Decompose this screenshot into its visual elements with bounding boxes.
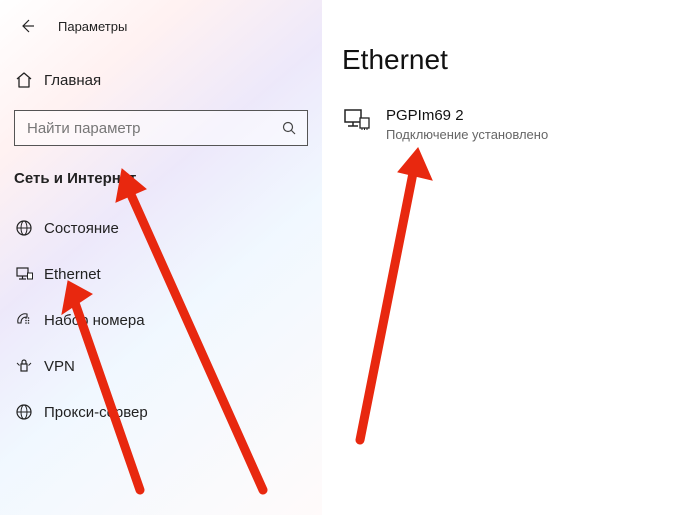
- ethernet-connection-item[interactable]: PGPIm69 2 Подключение установлено: [342, 104, 674, 146]
- nav-label: Состояние: [44, 220, 119, 237]
- sidebar-item-home[interactable]: Главная: [0, 66, 322, 94]
- nav-label: Прокси-сервер: [44, 404, 148, 421]
- home-icon: [14, 71, 34, 89]
- arrow-left-icon: [19, 18, 35, 34]
- ethernet-icon: [14, 265, 34, 283]
- proxy-icon: [14, 403, 34, 421]
- home-label: Главная: [44, 72, 101, 89]
- sidebar-item-ethernet[interactable]: Ethernet: [0, 251, 322, 297]
- vpn-icon: [14, 357, 34, 375]
- nav-label: Ethernet: [44, 266, 101, 283]
- title-row: Параметры: [0, 14, 322, 38]
- connection-name: PGPIm69 2: [386, 106, 548, 126]
- connection-icon: [342, 106, 372, 132]
- sidebar: Параметры Главная Сеть и Интернет: [0, 0, 322, 515]
- page-title: Ethernet: [342, 44, 674, 76]
- sidebar-item-vpn[interactable]: VPN: [0, 343, 322, 389]
- back-button[interactable]: [18, 17, 36, 35]
- main-panel: Ethernet PGPIm69 2 Подключение установле…: [322, 0, 674, 515]
- nav-label: VPN: [44, 358, 75, 375]
- search-icon: [279, 120, 299, 136]
- search-input[interactable]: [25, 119, 279, 138]
- phone-icon: [14, 311, 34, 329]
- sidebar-item-dialup[interactable]: Набор номера: [0, 297, 322, 343]
- settings-window: Параметры Главная Сеть и Интернет: [0, 0, 674, 515]
- section-header: Сеть и Интернет: [14, 170, 322, 187]
- nav-list: Состояние Ethernet: [0, 205, 322, 435]
- connection-text: PGPIm69 2 Подключение установлено: [386, 106, 548, 144]
- nav-label: Набор номера: [44, 312, 145, 329]
- app-title: Параметры: [58, 19, 127, 34]
- connection-status: Подключение установлено: [386, 126, 548, 144]
- sidebar-item-proxy[interactable]: Прокси-сервер: [0, 389, 322, 435]
- sidebar-item-status[interactable]: Состояние: [0, 205, 322, 251]
- globe-icon: [14, 219, 34, 237]
- search-box[interactable]: [14, 110, 308, 146]
